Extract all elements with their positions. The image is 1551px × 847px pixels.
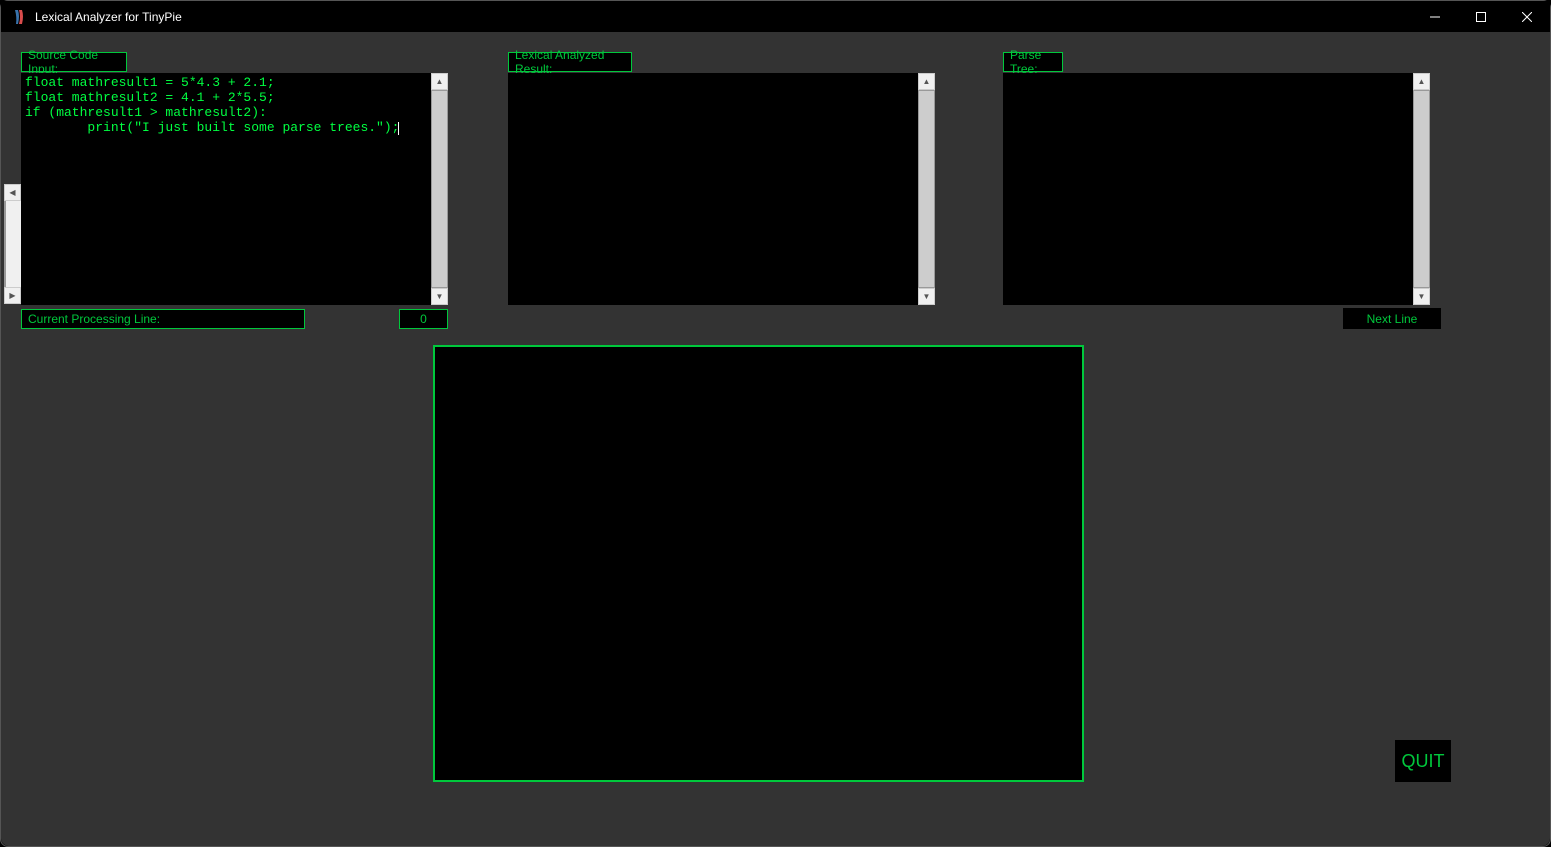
app-icon [11, 9, 27, 25]
scroll-track[interactable] [918, 90, 935, 288]
maximize-button[interactable] [1458, 1, 1504, 32]
scroll-down-icon[interactable]: ▼ [431, 288, 448, 305]
visualization-canvas [433, 345, 1084, 782]
window-titlebar: Lexical Analyzer for TinyPie [1, 1, 1550, 32]
line-counter-display: 0 [399, 309, 448, 329]
lexical-result-label: Lexical Analyzed Result: [508, 52, 632, 72]
scroll-thumb[interactable] [1413, 90, 1430, 288]
parse-tree-text [1003, 73, 1413, 305]
source-code-textarea[interactable]: float mathresult1 = 5*4.3 + 2.1; float m… [21, 73, 448, 305]
processing-line-label: Current Processing Line: [21, 309, 305, 329]
window-title: Lexical Analyzer for TinyPie [35, 10, 1412, 24]
scroll-up-icon[interactable]: ▲ [918, 73, 935, 90]
scroll-left-icon[interactable]: ◀ [4, 184, 21, 201]
content-area: Source Code Input: float mathresult1 = 5… [1, 32, 1550, 846]
lexical-vertical-scrollbar[interactable]: ▲ ▼ [918, 73, 935, 305]
scroll-down-icon[interactable]: ▼ [1413, 288, 1430, 305]
lexical-result-textarea[interactable]: ▲ ▼ [508, 73, 935, 305]
window-controls [1412, 1, 1550, 32]
lexical-result-text [508, 73, 918, 305]
source-horizontal-scrollbar[interactable]: ◀ ▶ [4, 184, 21, 304]
scroll-track[interactable] [4, 201, 21, 287]
scroll-up-icon[interactable]: ▲ [431, 73, 448, 90]
next-line-button[interactable]: Next Line [1343, 308, 1441, 329]
source-vertical-scrollbar[interactable]: ▲ ▼ [431, 73, 448, 305]
scroll-right-icon[interactable]: ▶ [4, 287, 21, 304]
scroll-thumb[interactable] [431, 90, 448, 288]
scroll-thumb[interactable] [4, 201, 6, 287]
parse-tree-textarea[interactable]: ▲ ▼ [1003, 73, 1430, 305]
close-button[interactable] [1504, 1, 1550, 32]
quit-button[interactable]: QUIT [1394, 739, 1452, 783]
scroll-track[interactable] [431, 90, 448, 288]
scroll-thumb[interactable] [918, 90, 935, 288]
source-input-label: Source Code Input: [21, 52, 127, 72]
scroll-up-icon[interactable]: ▲ [1413, 73, 1430, 90]
source-code-text[interactable]: float mathresult1 = 5*4.3 + 2.1; float m… [21, 73, 431, 305]
scroll-down-icon[interactable]: ▼ [918, 288, 935, 305]
scroll-track[interactable] [1413, 90, 1430, 288]
parse-vertical-scrollbar[interactable]: ▲ ▼ [1413, 73, 1430, 305]
parse-tree-label: Parse Tree: [1003, 52, 1063, 72]
minimize-button[interactable] [1412, 1, 1458, 32]
